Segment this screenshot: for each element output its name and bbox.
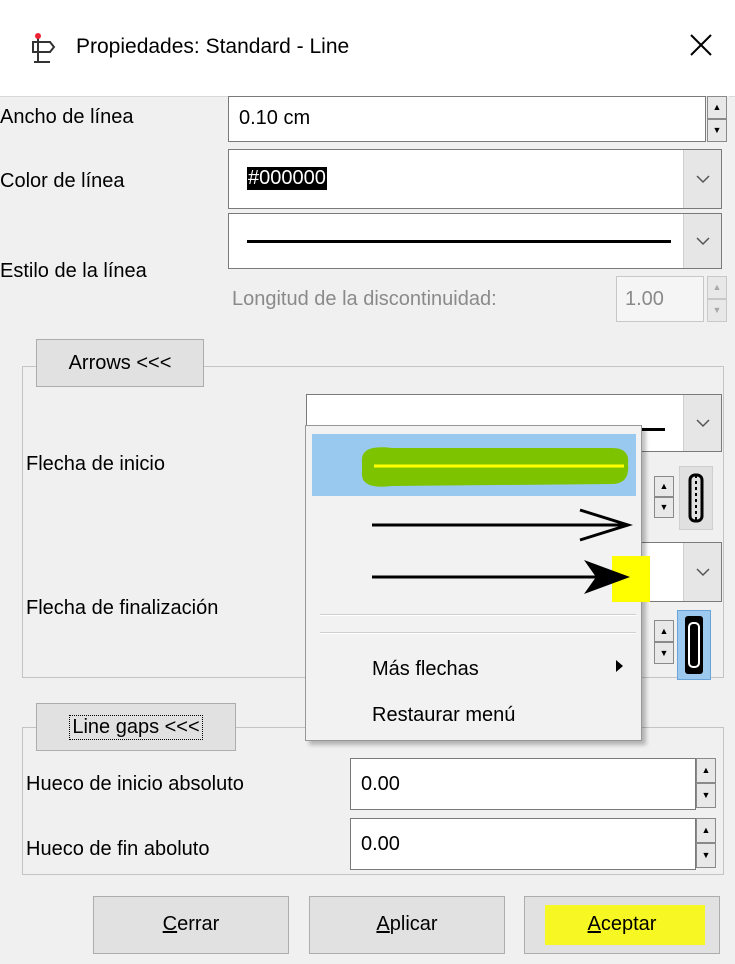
- close-button-label: Cerrar: [162, 913, 220, 935]
- spin-down-icon[interactable]: ▼: [654, 642, 674, 664]
- menu-separator: [320, 614, 636, 616]
- apply-button-label: Aplicar: [376, 913, 438, 935]
- start-arrow-link-icon[interactable]: [679, 466, 713, 530]
- spin-down-icon[interactable]: ▼: [654, 497, 674, 518]
- close-button[interactable]: Cerrar: [93, 896, 289, 954]
- arrow-style-menu: Más flechas Restaurar menú: [305, 425, 650, 741]
- line-color-value: #000000: [247, 167, 327, 190]
- chevron-down-icon[interactable]: [683, 395, 721, 451]
- line-style-label: Estilo de la línea: [0, 260, 147, 282]
- menu-item-open-arrow[interactable]: [312, 502, 636, 548]
- end-gap-spinner[interactable]: ▲ ▼: [696, 818, 718, 868]
- dash-length-value: 1.00: [625, 288, 664, 310]
- end-gap-value: 0.00: [361, 833, 400, 855]
- no-arrow-line-icon: [361, 447, 629, 487]
- line-width-value: 0.10 cm: [239, 107, 311, 129]
- properties-icon: [30, 30, 60, 64]
- end-gap-label: Hueco de fin aboluto: [26, 838, 210, 860]
- spin-down-icon[interactable]: ▼: [696, 843, 716, 868]
- open-arrow-line-icon: [372, 508, 634, 542]
- start-gap-label: Hueco de inicio absoluto: [26, 773, 244, 795]
- spin-up-icon[interactable]: ▲: [654, 620, 674, 642]
- end-arrow-label: Flecha de finalización: [26, 597, 219, 619]
- line-gaps-toggle-label: Line gaps <<<: [69, 714, 203, 740]
- line-width-field[interactable]: 0.10 cm: [228, 96, 706, 142]
- window-title: Propiedades: Standard - Line: [76, 35, 350, 58]
- ok-button-label: Aceptar: [587, 913, 657, 935]
- start-arrow-spinner[interactable]: ▲ ▼: [654, 476, 676, 518]
- solid-line-preview: [247, 240, 671, 243]
- filled-arrow-line-icon: [372, 560, 630, 594]
- start-gap-value: 0.00: [361, 773, 400, 795]
- spin-up-icon[interactable]: ▲: [696, 758, 716, 783]
- chevron-down-icon[interactable]: [683, 543, 721, 601]
- chevron-down-icon[interactable]: [683, 214, 721, 268]
- menu-separator: [320, 632, 636, 634]
- line-gaps-toggle-button[interactable]: Line gaps <<<: [36, 703, 236, 751]
- line-style-select[interactable]: [228, 213, 722, 269]
- line-color-select[interactable]: #000000: [228, 149, 722, 209]
- menu-item-no-arrow[interactable]: [312, 434, 636, 496]
- restore-menu-item[interactable]: Restaurar menú: [372, 704, 515, 727]
- end-arrow-link-icon[interactable]: [677, 610, 711, 680]
- dash-length-label: Longitud de la discontinuidad:: [232, 288, 497, 310]
- start-arrow-label: Flecha de inicio: [26, 453, 165, 475]
- chevron-down-icon[interactable]: [683, 150, 721, 208]
- end-arrow-select[interactable]: [640, 542, 722, 602]
- ok-button[interactable]: Aceptar: [524, 896, 720, 954]
- line-width-spinner[interactable]: ▲ ▼: [707, 96, 729, 142]
- start-gap-field[interactable]: 0.00: [350, 758, 696, 810]
- spin-up-icon[interactable]: ▲: [707, 96, 727, 119]
- arrows-toggle-label: Arrows <<<: [68, 351, 172, 374]
- start-gap-spinner[interactable]: ▲ ▼: [696, 758, 718, 808]
- end-arrow-spinner[interactable]: ▲ ▼: [654, 620, 676, 664]
- spin-down-icon[interactable]: ▼: [707, 299, 727, 322]
- dash-length-spinner[interactable]: ▲ ▼: [707, 276, 729, 322]
- spin-up-icon[interactable]: ▲: [654, 476, 674, 497]
- spin-down-icon[interactable]: ▼: [707, 119, 727, 142]
- menu-item-filled-arrow[interactable]: [312, 552, 650, 602]
- submenu-arrow-icon: [616, 660, 623, 672]
- arrows-toggle-button[interactable]: Arrows <<<: [36, 339, 204, 387]
- end-gap-field[interactable]: 0.00: [350, 818, 696, 870]
- spin-down-icon[interactable]: ▼: [696, 783, 716, 808]
- more-arrows-menu-item[interactable]: Más flechas: [372, 658, 479, 681]
- dash-length-field[interactable]: 1.00: [616, 276, 704, 322]
- spin-up-icon[interactable]: ▲: [707, 276, 727, 299]
- line-color-label: Color de línea: [0, 170, 125, 192]
- spin-up-icon[interactable]: ▲: [696, 818, 716, 843]
- apply-button[interactable]: Aplicar: [309, 896, 505, 954]
- close-icon[interactable]: [688, 32, 714, 58]
- line-width-label: Ancho de línea: [0, 106, 134, 128]
